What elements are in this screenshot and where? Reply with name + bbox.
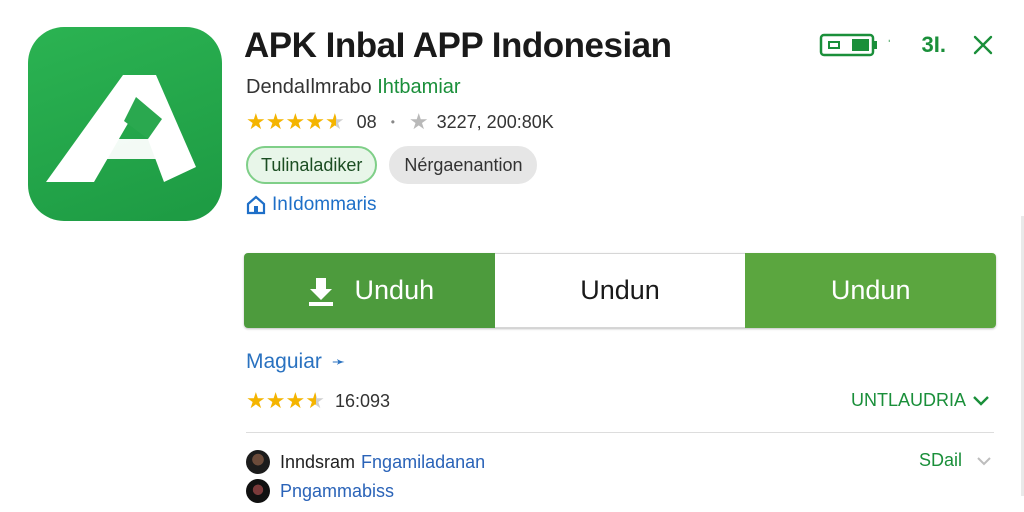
arrow-icon: ➛ — [331, 354, 346, 371]
rating-stars: ★ ★ ★ ★ ★ — [246, 111, 345, 133]
downloads-count: 3227, 200:80K — [436, 111, 554, 132]
download-secondary-button[interactable]: Undun — [745, 253, 996, 328]
download-icon — [308, 277, 333, 306]
row-action-label: SDail — [918, 450, 962, 470]
download-alt-label: Undun — [580, 275, 660, 305]
sort-label: UNTLAUDRIA — [850, 390, 966, 410]
user-name: Inndsram — [280, 451, 356, 472]
download-alt-button[interactable]: Undun — [494, 253, 746, 328]
download-button-label: Unduh — [354, 275, 435, 305]
developer-name: DendaIlmrabo — [246, 76, 372, 98]
download-button-group: Unduh Undun Undun — [244, 253, 996, 328]
user-row[interactable]: Pngammabiss — [246, 479, 394, 503]
chevron-down-icon — [973, 395, 989, 406]
divider — [246, 432, 994, 433]
download-secondary-label: Undun — [830, 275, 911, 305]
rating-row: ★ ★ ★ ★ ★ 08 • ★ 3227, 200:80K — [246, 109, 554, 134]
sort-dropdown[interactable]: UNTLAUDRIA — [851, 390, 990, 411]
app-title: APK InbaI APP Indonesian — [244, 26, 672, 65]
avatar — [246, 479, 270, 503]
app-logo-icon — [46, 75, 196, 182]
more-link[interactable]: Maguiar ➛ — [246, 350, 345, 374]
star-icon: ★ — [246, 388, 266, 413]
avatar — [246, 450, 270, 474]
separator-dot: • — [390, 115, 395, 129]
row-action-dropdown[interactable]: SDail — [919, 450, 992, 471]
chip-category-primary[interactable]: Tulinaladiker — [246, 146, 378, 184]
rating-value: 08 — [356, 111, 377, 132]
battery-icon[interactable] — [819, 32, 879, 58]
region-link[interactable]: InIdommaris — [246, 194, 377, 216]
review-count: 16:093 — [334, 390, 390, 411]
user-subtitle: Fngamiladanan — [361, 451, 486, 472]
window-controls: ˈ 3I. — [819, 32, 994, 58]
more-link-label: Maguiar — [246, 350, 322, 373]
close-icon[interactable] — [972, 34, 994, 56]
user-row[interactable]: Inndsram Fngamiladanan — [246, 450, 485, 474]
half-star-icon: ★ — [324, 109, 345, 134]
signal-text: 3I. — [921, 32, 946, 57]
status-tick: ˈ — [886, 37, 892, 53]
chevron-down-icon — [977, 456, 991, 465]
developer-line: DendaIlmrabo Ihtbamiar — [246, 76, 461, 99]
app-icon — [28, 27, 222, 221]
category-chips: Tulinaladiker Nérgaenantion — [246, 146, 538, 184]
review-stars: ★ ★ ★ ★ — [246, 390, 325, 412]
star-icon: ★ — [265, 109, 286, 134]
developer-link[interactable]: Ihtbamiar — [377, 76, 460, 98]
star-icon: ★ — [285, 388, 306, 413]
star-icon: ★ — [305, 109, 325, 134]
download-button[interactable]: Unduh — [244, 253, 495, 328]
home-icon — [246, 195, 266, 215]
star-icon: ★ — [265, 388, 286, 413]
region-label: InIdommaris — [272, 194, 377, 215]
star-icon: ★ — [246, 109, 266, 134]
star-icon: ★ — [285, 109, 306, 134]
grey-star-icon: ★ — [408, 109, 429, 134]
review-rating-row: ★ ★ ★ ★ 16:093 — [246, 390, 390, 412]
chip-category-secondary[interactable]: Nérgaenantion — [389, 146, 538, 184]
user-link[interactable]: Pngammabiss — [280, 481, 394, 502]
half-star-icon: ★ — [305, 388, 325, 413]
